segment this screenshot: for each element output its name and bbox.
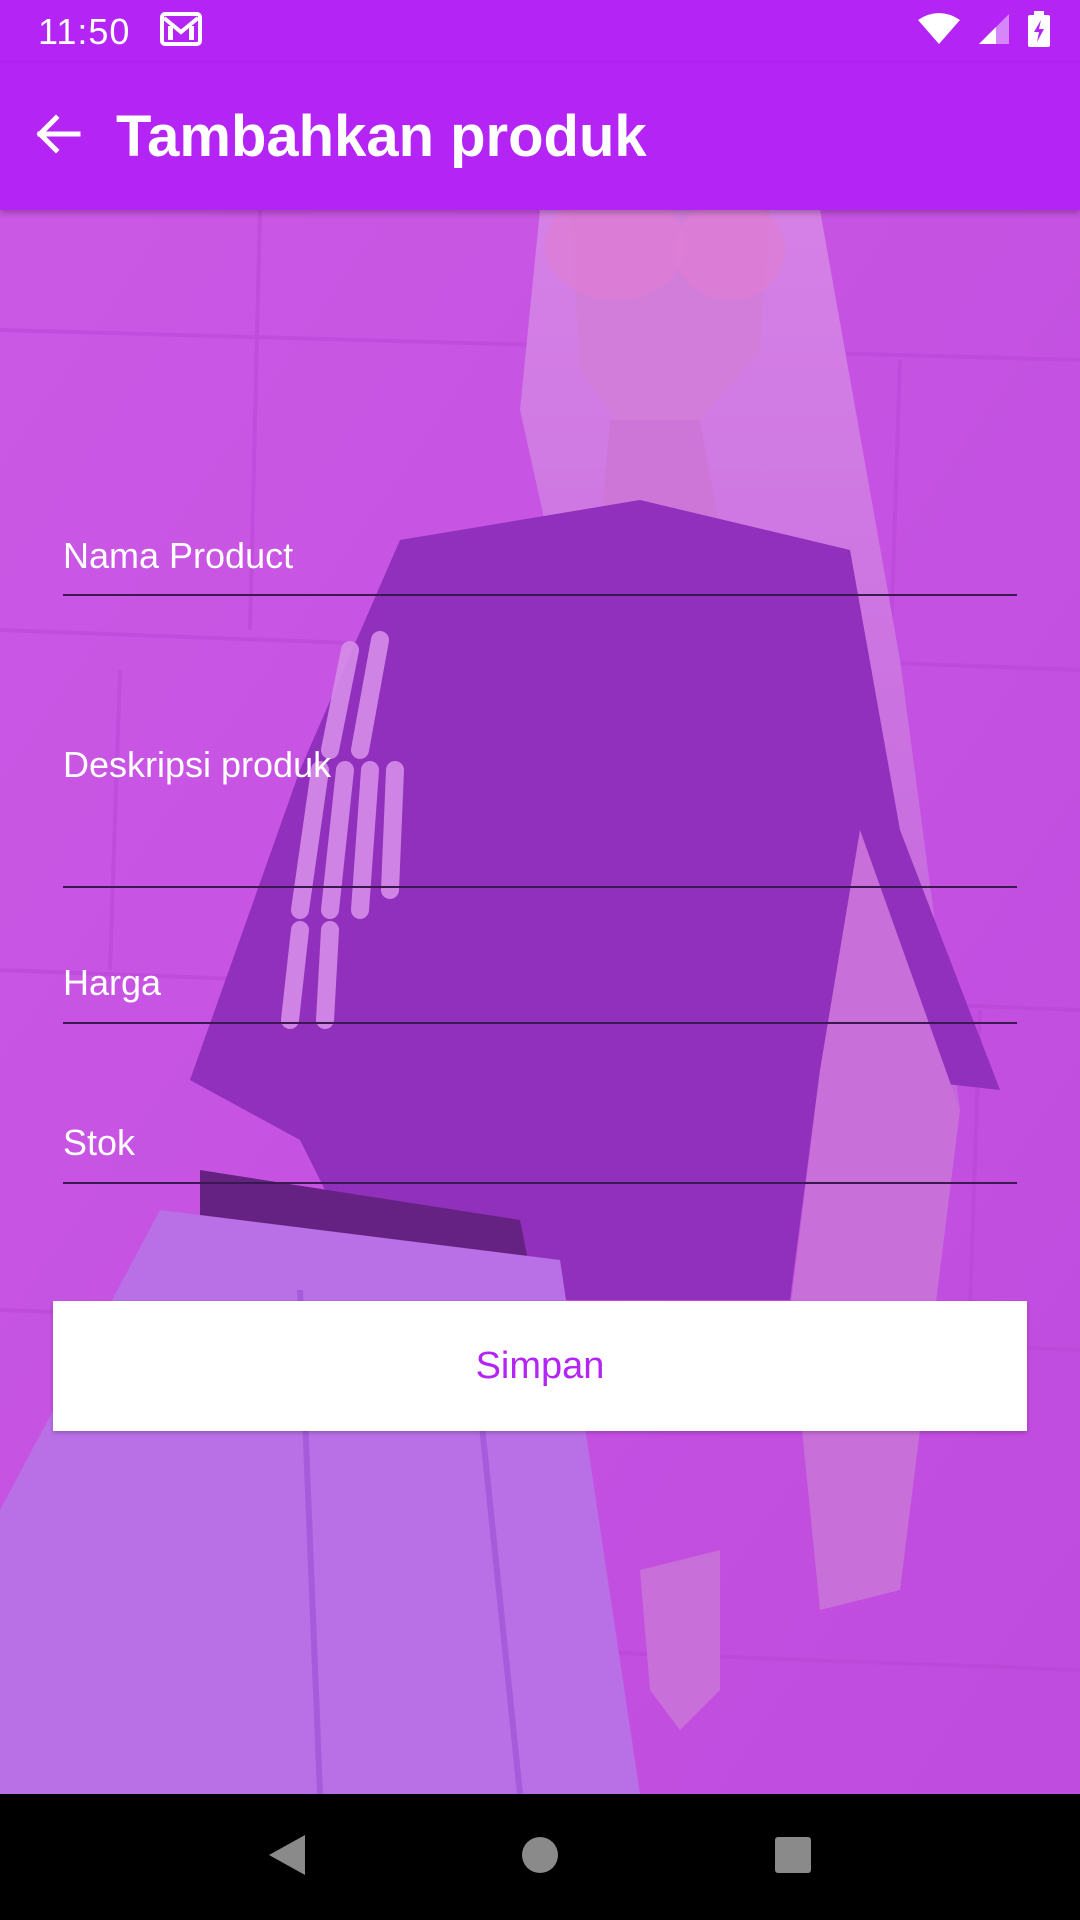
status-left: 11:50 xyxy=(38,10,203,53)
system-nav-bar xyxy=(0,1794,1080,1920)
deskripsi-produk-input[interactable] xyxy=(63,740,1017,880)
gmail-icon xyxy=(160,12,203,51)
content-area: Simpan xyxy=(0,210,1080,1794)
status-time: 11:50 xyxy=(38,10,131,52)
nav-home-button[interactable] xyxy=(490,1807,590,1907)
nav-home-icon xyxy=(520,1835,560,1880)
status-bar: 11:50 xyxy=(0,0,1080,63)
stok-field[interactable] xyxy=(63,1112,1017,1184)
nama-product-input[interactable] xyxy=(63,526,1017,586)
status-right xyxy=(918,11,1050,52)
wifi-icon xyxy=(918,13,960,50)
harga-field[interactable] xyxy=(63,952,1017,1024)
nama-product-field[interactable] xyxy=(63,526,1017,596)
back-button[interactable] xyxy=(8,87,108,187)
simpan-button[interactable]: Simpan xyxy=(53,1301,1027,1431)
app-bar: Tambahkan produk xyxy=(0,63,1080,210)
deskripsi-produk-field[interactable] xyxy=(63,740,1017,888)
nav-recents-button[interactable] xyxy=(743,1807,843,1907)
cell-signal-icon xyxy=(978,13,1010,50)
nav-back-button[interactable] xyxy=(237,1807,337,1907)
nav-recents-icon xyxy=(773,1835,813,1880)
battery-charging-icon xyxy=(1028,11,1050,52)
arrow-back-icon xyxy=(34,110,82,163)
stok-input[interactable] xyxy=(63,1112,1017,1174)
nav-back-icon xyxy=(265,1831,309,1884)
harga-input[interactable] xyxy=(63,952,1017,1014)
page-title: Tambahkan produk xyxy=(116,104,647,169)
